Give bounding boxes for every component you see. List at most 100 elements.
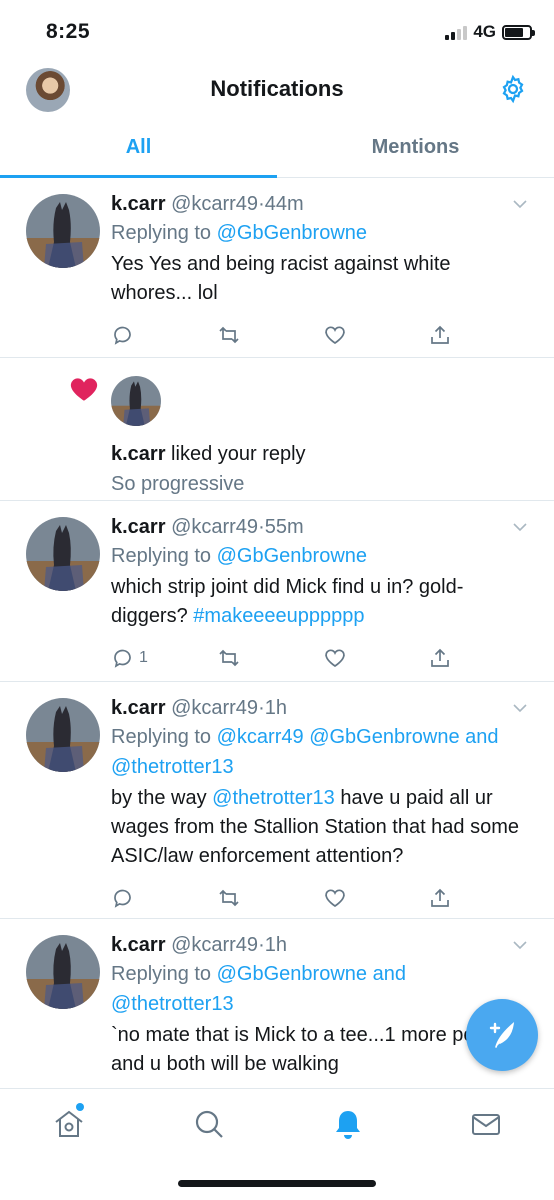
display-name[interactable]: k.carr bbox=[111, 934, 166, 956]
like-notification[interactable]: k.carr liked your reply So progressive bbox=[0, 358, 554, 501]
avatar[interactable] bbox=[26, 698, 100, 772]
chevron-down-icon[interactable] bbox=[512, 196, 528, 212]
separator: · bbox=[258, 516, 265, 538]
handle: @kcarr49 bbox=[171, 697, 259, 719]
hashtag-link[interactable]: #makeeeeupppppp bbox=[193, 605, 364, 627]
like-text: k.carr liked your reply bbox=[111, 440, 534, 468]
tweet-text: by the way @thetrotter13 have u paid all… bbox=[111, 784, 534, 871]
mention-link[interactable]: @thetrotter13 bbox=[212, 787, 335, 809]
gear-icon[interactable] bbox=[498, 74, 528, 104]
tweet-actions: 1 bbox=[111, 643, 534, 673]
share-button[interactable] bbox=[428, 320, 534, 350]
share-icon bbox=[431, 325, 450, 344]
header: Notifications bbox=[0, 64, 554, 116]
home-indicator[interactable] bbox=[178, 1180, 376, 1187]
tweet-item[interactable]: k.carr @kcarr49·1h Replying to @kcarr49 … bbox=[0, 682, 554, 919]
replying-prefix: Replying to bbox=[111, 963, 217, 985]
home-icon[interactable] bbox=[52, 1107, 86, 1141]
chevron-down-icon[interactable] bbox=[512, 937, 528, 953]
mention-link[interactable]: @GbGenbrowne bbox=[309, 726, 459, 748]
tweet-actions bbox=[111, 883, 534, 913]
reply-count: 1 bbox=[139, 649, 148, 666]
replying-to: Replying to @kcarr49 @GbGenbrowne and @th… bbox=[111, 722, 534, 782]
mail-icon[interactable] bbox=[469, 1107, 503, 1141]
replying-to: Replying to @GbGenbrowne bbox=[111, 218, 534, 248]
handle: @kcarr49 bbox=[171, 193, 259, 215]
display-name[interactable]: k.carr bbox=[111, 193, 166, 215]
replying-to: Replying to @GbGenbrowne and @thetrotter1… bbox=[111, 959, 534, 1019]
timestamp: 44m bbox=[264, 193, 304, 215]
separator: · bbox=[258, 193, 265, 215]
chevron-down-icon[interactable] bbox=[512, 700, 528, 716]
timestamp: 55m bbox=[264, 516, 304, 538]
heart-icon bbox=[70, 378, 98, 401]
display-name[interactable]: k.carr bbox=[111, 443, 166, 465]
retweet-icon bbox=[219, 326, 239, 344]
share-button[interactable] bbox=[428, 643, 534, 673]
status-time: 8:25 bbox=[46, 20, 91, 43]
compose-icon bbox=[489, 1022, 515, 1048]
signal-icon bbox=[445, 24, 468, 40]
tweet-text-body: by the way bbox=[111, 787, 213, 809]
avatar[interactable] bbox=[111, 376, 161, 426]
tab-all[interactable]: All bbox=[0, 120, 277, 178]
replying-to: Replying to @GbGenbrowne bbox=[111, 541, 534, 571]
share-icon bbox=[431, 888, 450, 907]
search-icon[interactable] bbox=[192, 1107, 226, 1141]
heart-icon bbox=[324, 649, 345, 668]
mention-link[interactable]: @GbGenbrowne bbox=[217, 545, 367, 567]
notification-tabs: All Mentions bbox=[0, 120, 554, 178]
notification-feed[interactable]: k.carr @kcarr49·44m Replying to @GbGenbr… bbox=[0, 178, 554, 1088]
retweet-button[interactable] bbox=[217, 320, 323, 350]
bell-icon[interactable] bbox=[331, 1107, 365, 1141]
avatar[interactable] bbox=[26, 935, 100, 1009]
share-button[interactable] bbox=[428, 883, 534, 913]
chevron-down-icon[interactable] bbox=[512, 519, 528, 535]
reply-button[interactable] bbox=[111, 320, 217, 350]
replying-prefix: Replying to bbox=[111, 545, 217, 567]
status-bar: 8:25 4G bbox=[0, 0, 554, 64]
retweet-icon bbox=[219, 889, 239, 907]
home-notification-dot bbox=[76, 1103, 84, 1111]
mention-link[interactable]: @GbGenbrowne bbox=[217, 222, 367, 244]
status-indicators: 4G bbox=[445, 22, 535, 42]
tweet-text: which strip joint did Mick find u in? go… bbox=[111, 573, 534, 631]
retweet-icon bbox=[219, 649, 239, 667]
separator: · bbox=[258, 697, 265, 719]
reply-icon bbox=[114, 889, 131, 908]
mention-link[interactable]: @kcarr49 bbox=[217, 726, 304, 748]
tweet-meta: k.carr @kcarr49·1h bbox=[111, 931, 534, 959]
replying-prefix: Replying to bbox=[111, 726, 217, 748]
mention-link[interactable]: @GbGenbrowne bbox=[217, 963, 367, 985]
avatar[interactable] bbox=[26, 517, 100, 591]
compose-button[interactable] bbox=[466, 999, 538, 1071]
page-title: Notifications bbox=[210, 76, 344, 101]
mention-link[interactable]: @thetrotter13 bbox=[111, 756, 234, 778]
separator: · bbox=[258, 934, 265, 956]
avatar[interactable] bbox=[26, 194, 100, 268]
tweet-item[interactable]: k.carr @kcarr49·44m Replying to @GbGenbr… bbox=[0, 178, 554, 358]
tweet-meta: k.carr @kcarr49·1h bbox=[111, 694, 534, 722]
display-name[interactable]: k.carr bbox=[111, 516, 166, 538]
tweet-meta: k.carr @kcarr49·55m bbox=[111, 513, 534, 541]
network-label: 4G bbox=[473, 22, 496, 41]
like-action: liked your reply bbox=[165, 443, 306, 465]
reply-icon bbox=[114, 326, 131, 345]
display-name[interactable]: k.carr bbox=[111, 697, 166, 719]
handle: @kcarr49 bbox=[171, 516, 259, 538]
tab-mentions[interactable]: Mentions bbox=[277, 120, 554, 177]
heart-icon bbox=[324, 889, 345, 908]
timestamp: 1h bbox=[264, 697, 287, 719]
handle: @kcarr49 bbox=[171, 934, 259, 956]
reply-button[interactable]: 1 bbox=[111, 643, 217, 673]
mention-link[interactable]: @thetrotter13 bbox=[111, 993, 234, 1015]
retweet-button[interactable] bbox=[217, 643, 323, 673]
tweet-item[interactable]: k.carr @kcarr49·1h Replying to @GbGenbro… bbox=[0, 919, 554, 1088]
like-button[interactable] bbox=[323, 883, 429, 913]
tweet-text: Yes Yes and being racist against white w… bbox=[111, 253, 451, 304]
tweet-item[interactable]: k.carr @kcarr49·55m Replying to @GbGenbr… bbox=[0, 501, 554, 682]
retweet-button[interactable] bbox=[217, 883, 323, 913]
like-button[interactable] bbox=[323, 643, 429, 673]
reply-button[interactable] bbox=[111, 883, 217, 913]
like-button[interactable] bbox=[323, 320, 429, 350]
